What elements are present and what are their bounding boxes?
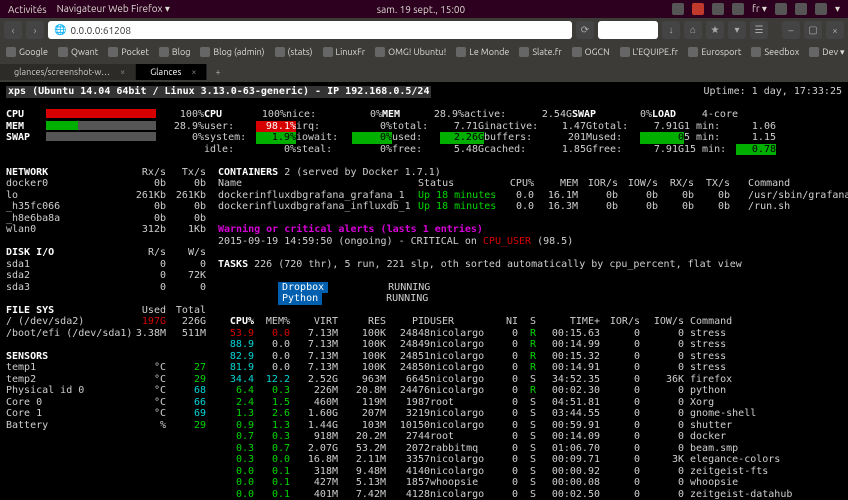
process-row: 88.90.07.13M100K24849 nicolargo0R00:14.9… xyxy=(218,339,848,351)
tab-close-icon[interactable]: × xyxy=(120,67,125,77)
bookmark-item[interactable]: Seedbox xyxy=(751,47,799,57)
bookmark-icon xyxy=(58,47,68,57)
battery-icon[interactable] xyxy=(815,3,827,15)
status-icon[interactable] xyxy=(732,3,744,15)
bookmark-icon xyxy=(456,47,466,57)
browser-tab[interactable]: Glances × xyxy=(136,64,207,80)
bookmark-item[interactable]: Qwant xyxy=(58,47,98,57)
downloads-button[interactable]: ↓ xyxy=(662,21,680,39)
bookmarks-bar: Google Qwant Pocket Blog Blog (admin) (stats)… xyxy=(0,42,848,62)
activities-button[interactable]: Activités xyxy=(8,4,47,15)
process-row: 2.41.5460M119M1987 root0S04:51.8100 Xorg xyxy=(218,397,848,409)
process-row: 0.91.31.44G103M10150 nicolargo0S00:59.91… xyxy=(218,420,848,432)
bookmark-item[interactable]: Slate.fr xyxy=(519,47,561,57)
glances-view: xps (Ubuntu 14.04 64bit / Linux 3.13.0-6… xyxy=(0,82,848,500)
bookmark-item[interactable]: Eurosport xyxy=(688,47,741,57)
system-menu-icon[interactable]: ▾ xyxy=(835,3,840,15)
bookmark-item[interactable]: Le Monde xyxy=(456,47,509,57)
status-icon[interactable] xyxy=(692,3,704,15)
maximize-button[interactable]: ▢ xyxy=(804,21,822,39)
process-row: 82.90.07.13M100K24851 nicolargo0R00:15.3… xyxy=(218,351,848,363)
url-text: 0.0.0.0:61208 xyxy=(70,25,131,36)
bookmark-icon xyxy=(572,47,582,57)
bookmark-item[interactable]: Dev ▾ xyxy=(809,47,844,58)
bookmark-icon xyxy=(323,47,333,57)
bookmark-icon xyxy=(751,47,761,57)
back-button[interactable]: ‹ xyxy=(4,21,22,39)
bookmark-icon xyxy=(809,47,819,57)
process-row: 0.30.72.07G53.2M2072 rabbitmq0S01:06.700… xyxy=(218,443,848,455)
pocket-button[interactable]: ▾ xyxy=(728,21,746,39)
bookmark-icon xyxy=(200,47,210,57)
bookmark-item[interactable]: L'EQUIPE.fr xyxy=(620,47,679,57)
gnome-top-panel: Activités Navigateur Web Firefox ▾ sam. … xyxy=(0,0,848,18)
process-row: 0.30.016.8M2.11M3357 nicolargo0S00:09.71… xyxy=(218,454,848,466)
process-row: 6.40.3226M20.8M24476 nicolargo0R00:02.30… xyxy=(218,385,848,397)
process-row: 1.32.61.60G207M3219 nicolargo0S03:44.550… xyxy=(218,408,848,420)
process-row: 81.90.07.13M100K24850 nicolargo0R00:14.9… xyxy=(218,362,848,374)
bookmark-item[interactable]: Blog xyxy=(159,47,191,57)
new-tab-button[interactable]: + xyxy=(207,67,228,77)
bookmark-item[interactable]: Blog (admin) xyxy=(200,47,264,57)
status-icon[interactable] xyxy=(672,3,684,15)
bookmark-item[interactable]: (stats) xyxy=(275,47,313,57)
bookmark-item[interactable]: OMG! Ubuntu! xyxy=(375,47,446,57)
process-row: 53.90.07.13M100K24848 nicolargo0R00:15.6… xyxy=(218,328,848,340)
reload-button[interactable]: ⟳ xyxy=(576,21,594,39)
uptime: Uptime: 1 day, 17:33:25 xyxy=(704,86,842,98)
app-menu[interactable]: Navigateur Web Firefox ▾ xyxy=(57,3,170,15)
bookmark-icon xyxy=(159,47,169,57)
tab-bar: glances/screenshot-w… ×Glances × + xyxy=(0,62,848,82)
bookmark-item[interactable]: LinuxFr xyxy=(323,47,366,57)
close-button[interactable]: × xyxy=(826,21,844,39)
bookmark-icon xyxy=(688,47,698,57)
forward-button[interactable]: › xyxy=(26,21,44,39)
host-line: xps (Ubuntu 14.04 64bit / Linux 3.13.0-6… xyxy=(6,86,431,98)
bookmark-item[interactable]: Google xyxy=(6,47,48,57)
process-row: 0.00.1318M9.48M4140 nicolargo0S00:00.920… xyxy=(218,466,848,478)
bookmark-icon xyxy=(519,47,529,57)
home-button[interactable]: ⌂ xyxy=(684,21,702,39)
minimize-button[interactable]: – xyxy=(782,21,800,39)
bookmark-icon xyxy=(275,47,285,57)
bookmark-icon xyxy=(108,47,118,57)
browser-toolbar: ‹ › 🌐 0.0.0.0:61208 ⟳ ↓ ⌂ ★ ▾ ☰ – ▢ × xyxy=(0,18,848,42)
process-row: 0.00.1427M5.13M1857 whoopsie0S00:00.0800… xyxy=(218,477,848,489)
bookmark-icon xyxy=(620,47,630,57)
process-row: 0.70.3918M20.2M2744 root0S00:14.0900 doc… xyxy=(218,431,848,443)
globe-icon: 🌐 xyxy=(54,24,66,36)
volume-icon[interactable] xyxy=(795,3,807,15)
url-bar[interactable]: 🌐 0.0.0.0:61208 xyxy=(48,21,572,39)
search-box[interactable] xyxy=(598,21,658,39)
bookmark-item[interactable]: Pocket xyxy=(108,47,149,57)
keyboard-lang[interactable]: fr ▾ xyxy=(752,3,767,15)
tab-close-icon[interactable]: × xyxy=(191,67,196,77)
status-icon[interactable] xyxy=(712,3,724,15)
clock[interactable]: sam. 19 sept., 15:00 xyxy=(170,4,672,15)
browser-tab[interactable]: glances/screenshot-w… × xyxy=(0,64,136,80)
bookmark-button[interactable]: ★ xyxy=(706,21,724,39)
network-icon[interactable] xyxy=(775,3,787,15)
bookmark-icon xyxy=(6,47,16,57)
process-row: 0.00.1401M7.42M4128 nicolargo0S00:02.500… xyxy=(218,489,848,500)
bookmark-item[interactable]: OGCN xyxy=(572,47,610,57)
process-row: 34.412.22.52G963M6645 nicolargo0S34:52.3… xyxy=(218,374,848,386)
bookmark-icon xyxy=(375,47,385,57)
menu-button[interactable]: ☰ xyxy=(750,21,768,39)
